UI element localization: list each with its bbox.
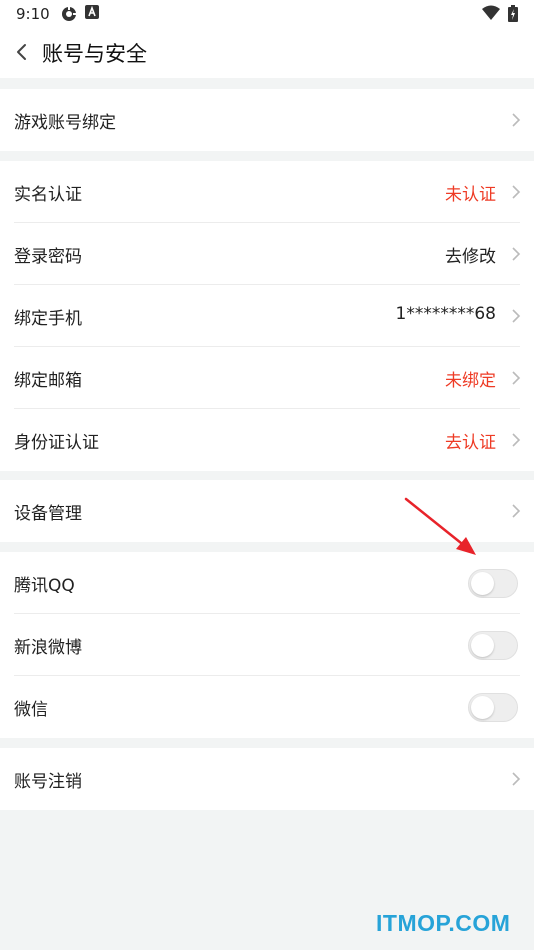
- toggle-knob: [471, 572, 494, 595]
- row-label: 腾讯QQ: [14, 576, 75, 596]
- a-app-icon: [85, 5, 99, 19]
- phone-number: 1********68: [395, 304, 496, 324]
- toggle-knob: [471, 634, 494, 657]
- app-bar: 账号与安全: [0, 28, 534, 78]
- chevron-right-icon: [512, 371, 521, 385]
- row-login-password[interactable]: 登录密码 去修改: [0, 223, 534, 285]
- status-bar: 9:10: [0, 0, 534, 28]
- chevron-right-icon: [512, 433, 521, 447]
- row-label: 登录密码: [14, 247, 82, 267]
- row-bind-email[interactable]: 绑定邮箱 未绑定: [0, 347, 534, 409]
- chevron-right-icon: [512, 113, 521, 127]
- weibo-toggle[interactable]: [468, 631, 518, 660]
- chevron-right-icon: [512, 772, 521, 786]
- id-card-status: 去认证: [445, 433, 496, 453]
- wifi-icon: [482, 5, 500, 20]
- row-account-cancellation[interactable]: 账号注销: [0, 748, 534, 810]
- chevron-left-icon[interactable]: [8, 38, 36, 66]
- real-name-status: 未认证: [445, 185, 496, 205]
- chevron-right-icon: [512, 504, 521, 518]
- password-action: 去修改: [445, 247, 496, 267]
- chevron-right-icon: [512, 309, 521, 323]
- group-social-bindings: 腾讯QQ 新浪微博 微信: [0, 552, 534, 738]
- row-id-card-auth[interactable]: 身份证认证 去认证: [0, 409, 534, 471]
- chevron-right-icon: [512, 185, 521, 199]
- chevron-right-icon: [512, 247, 521, 261]
- wechat-toggle[interactable]: [468, 693, 518, 722]
- row-label: 游戏账号绑定: [14, 113, 116, 133]
- battery-icon: [508, 5, 518, 22]
- row-sina-weibo: 新浪微博: [0, 614, 534, 676]
- row-label: 实名认证: [14, 185, 82, 205]
- page-title: 账号与安全: [42, 42, 147, 66]
- settings-app-icon: [62, 5, 78, 21]
- row-label: 设备管理: [14, 504, 82, 524]
- row-label: 账号注销: [14, 772, 82, 792]
- group-game-account: 游戏账号绑定: [0, 89, 534, 151]
- annotation-arrow-icon: [404, 497, 476, 555]
- row-label: 新浪微博: [14, 638, 82, 658]
- email-status: 未绑定: [445, 371, 496, 391]
- watermark: ITMOP.COM: [376, 910, 511, 936]
- row-label: 绑定手机: [14, 309, 82, 329]
- toggle-knob: [471, 696, 494, 719]
- group-account-cancel: 账号注销: [0, 748, 534, 810]
- status-time: 9:10: [16, 5, 50, 23]
- row-real-name-auth[interactable]: 实名认证 未认证: [0, 161, 534, 223]
- row-wechat: 微信: [0, 676, 534, 738]
- row-label: 身份证认证: [14, 433, 99, 453]
- row-label: 绑定邮箱: [14, 371, 82, 391]
- row-label: 微信: [14, 700, 48, 720]
- row-game-account-binding[interactable]: 游戏账号绑定: [0, 89, 534, 151]
- qq-toggle[interactable]: [468, 569, 518, 598]
- row-bind-phone[interactable]: 绑定手机 1********68: [0, 285, 534, 347]
- group-security: 实名认证 未认证 登录密码 去修改 绑定手机 1********68 绑定邮箱 …: [0, 161, 534, 471]
